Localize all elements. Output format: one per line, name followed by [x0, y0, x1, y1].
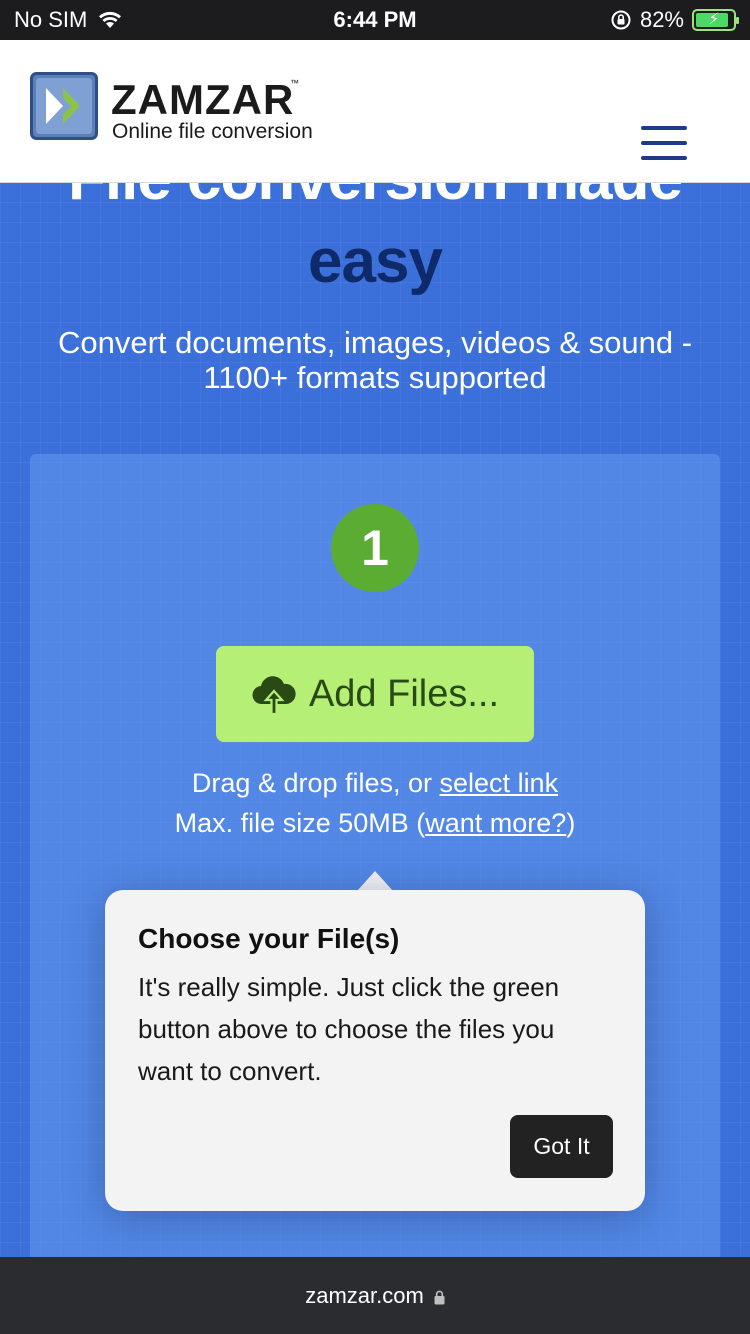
tooltip-title: Choose your File(s)	[138, 923, 400, 954]
hero-title: File conversion made	[0, 182, 750, 214]
tooltip-body: It's really simple. Just click the green…	[138, 972, 560, 1086]
tooltip-arrow	[357, 871, 393, 891]
hero-title-emphasis: easy	[308, 227, 443, 296]
add-files-button[interactable]: Add Files...	[216, 646, 534, 742]
orientation-lock-icon	[611, 10, 631, 30]
add-files-label: Add Files...	[308, 672, 500, 715]
zamzar-logo-icon[interactable]	[30, 72, 98, 140]
logo-trademark: ™	[290, 78, 299, 88]
max-size-close: )	[566, 808, 576, 838]
battery-percent: 82%	[639, 7, 684, 32]
got-it-button[interactable]: Got It	[510, 1115, 613, 1178]
hamburger-menu-icon[interactable]	[641, 126, 687, 162]
wifi-icon	[99, 11, 122, 28]
logo-tagline: Online file conversion	[112, 120, 313, 143]
step-badge: 1	[331, 504, 419, 592]
logo-wordmark: ZAMZAR	[111, 76, 295, 123]
want-more-link[interactable]: want more?	[425, 808, 566, 838]
carrier-label: No SIM	[14, 7, 88, 32]
site-header: ZAMZAR ™ Online file conversion	[0, 40, 750, 183]
onboarding-tooltip: Choose your File(s) It's really simple. …	[105, 890, 645, 1211]
cloud-upload-icon	[252, 676, 296, 716]
lock-icon	[434, 1290, 445, 1305]
max-size-text: Max. file size 50MB (	[174, 808, 426, 838]
browser-address-bar[interactable]: zamzar.com	[0, 1257, 750, 1334]
status-bar: No SIM 6:44 PM 82% ⚡	[0, 0, 750, 40]
max-file-size: Max. file size 50MB (want more?)	[0, 808, 750, 839]
drag-drop-hint: Drag & drop files, or select link	[0, 768, 750, 799]
hero-subtitle: Convert documents, images, videos & soun…	[57, 325, 693, 395]
select-link[interactable]: select link	[440, 768, 559, 798]
url-text: zamzar.com	[305, 1282, 424, 1308]
drag-drop-text: Drag & drop files, or	[191, 768, 440, 798]
battery-charging-icon: ⚡	[692, 9, 739, 31]
